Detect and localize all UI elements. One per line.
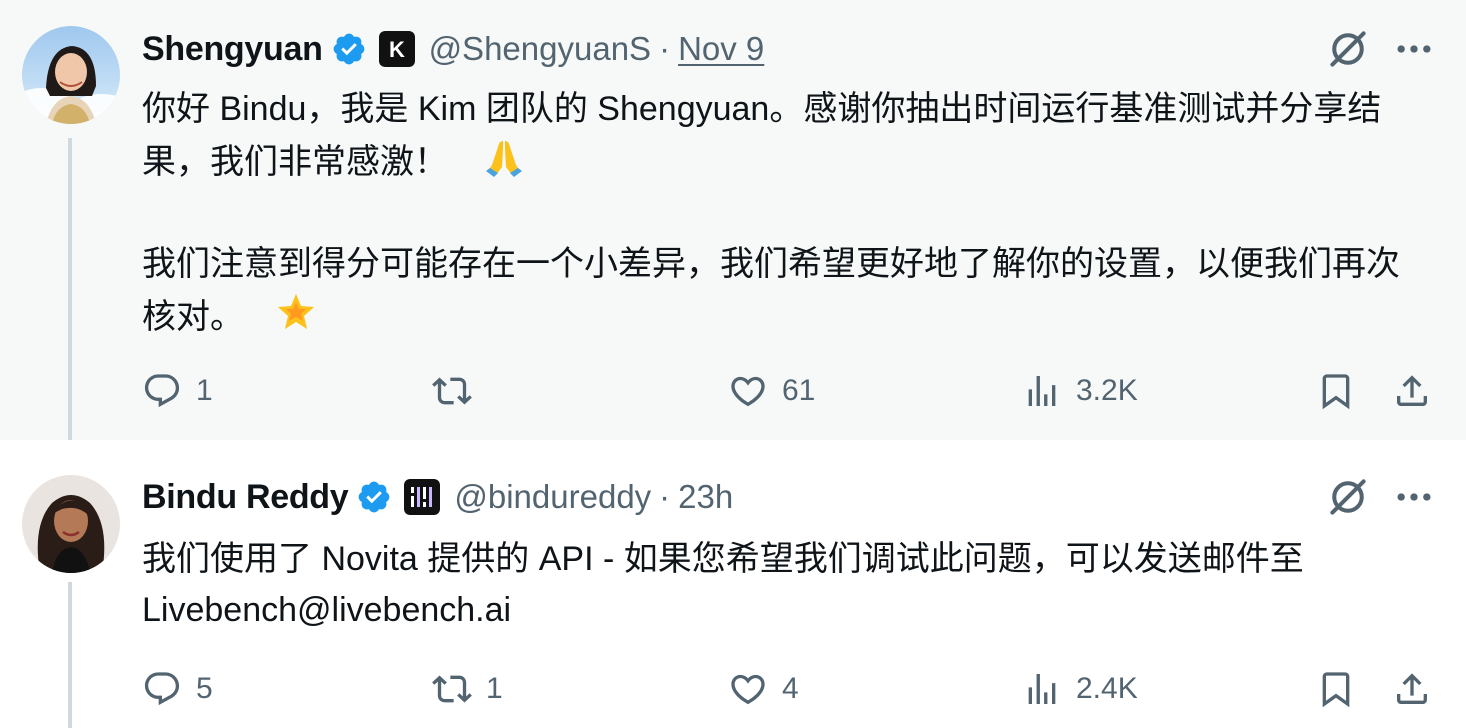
grok-icon[interactable]	[1326, 27, 1370, 71]
reply-icon	[144, 672, 180, 706]
reply-icon	[144, 374, 180, 408]
tweet-header: Bindu Reddy @bindureddy · 23h	[142, 472, 733, 522]
like-count: 61	[782, 374, 816, 407]
verified-badge-icon[interactable]	[356, 479, 392, 515]
repost-count: 1	[486, 672, 503, 705]
author-name[interactable]: Bindu Reddy	[142, 478, 349, 517]
like-button[interactable]: 61	[728, 366, 815, 416]
like-button[interactable]: 4	[728, 664, 799, 714]
author-handle[interactable]: @bindureddy	[454, 478, 651, 516]
views-count: 2.4K	[1076, 672, 1138, 705]
tweet-paragraph: 我们注意到得分可能存在一个小差异，我们希望更好地了解你的设置，以便我们再次核对。	[142, 245, 1400, 336]
tweet-text: 我们使用了 Novita 提供的 API - 如果您希望我们调试此问题，可以发送…	[142, 534, 1432, 636]
tweet-header: Shengyuan K @ShengyuanS · Nov 9	[142, 24, 764, 74]
views-icon	[1028, 674, 1056, 704]
tweet-actions: 5 1 4 2.4K	[142, 664, 1442, 714]
reply-count: 1	[196, 374, 213, 407]
timestamp[interactable]: Nov 9	[678, 30, 764, 68]
author-name[interactable]: Shengyuan	[142, 30, 323, 69]
reply-button[interactable]: 1	[142, 366, 213, 416]
repost-button[interactable]	[432, 366, 486, 416]
like-count: 4	[782, 672, 799, 705]
views-button[interactable]: 3.2K	[1022, 366, 1138, 416]
verified-badge-icon[interactable]	[331, 31, 367, 67]
svg-text:K: K	[389, 37, 405, 62]
views-count: 3.2K	[1076, 374, 1138, 407]
affiliate-badge-icon[interactable]	[404, 479, 441, 515]
glowing-star-emoji	[278, 294, 314, 329]
share-icon	[1397, 375, 1427, 406]
affiliate-badge-icon[interactable]: K	[378, 31, 415, 67]
tweet[interactable]: Bindu Reddy @bindureddy · 23h 我们使用了 Novi…	[0, 440, 1466, 728]
bookmark-icon	[1322, 374, 1350, 410]
avatar[interactable]	[22, 26, 120, 124]
bookmark-button[interactable]	[1316, 366, 1356, 416]
bookmark-icon	[1322, 672, 1350, 708]
share-icon	[1397, 673, 1427, 704]
tweet-paragraph: 你好 Bindu，我是 Kim 团队的 Shengyuan。感谢你抽出时间运行基…	[142, 90, 1382, 181]
share-button[interactable]	[1392, 366, 1432, 416]
thread-connector	[68, 138, 72, 450]
tweet-text: 你好 Bindu，我是 Kim 团队的 Shengyuan。感谢你抽出时间运行基…	[142, 84, 1432, 343]
repost-icon	[432, 377, 472, 405]
bookmark-button[interactable]	[1316, 664, 1356, 714]
repost-button[interactable]: 1	[432, 664, 503, 714]
share-button[interactable]	[1392, 664, 1432, 714]
tweet-paragraph: 我们使用了 Novita 提供的 API - 如果您希望我们调试此问题，可以发送…	[142, 540, 1304, 629]
folded-hands-emoji	[486, 141, 522, 177]
separator-dot: ·	[659, 30, 671, 67]
timestamp[interactable]: 23h	[678, 478, 733, 516]
tweet[interactable]: Shengyuan K @ShengyuanS · Nov 9 你好 Bindu…	[0, 0, 1466, 450]
avatar[interactable]	[22, 475, 120, 573]
tweet-actions: 1 61 3.2K	[142, 366, 1442, 416]
grok-icon[interactable]	[1326, 475, 1370, 519]
separator-dot: ·	[659, 478, 671, 515]
author-handle[interactable]: @ShengyuanS	[429, 30, 652, 68]
reply-count: 5	[196, 672, 213, 705]
views-button[interactable]: 2.4K	[1022, 664, 1138, 714]
like-icon	[731, 674, 765, 705]
like-icon	[731, 376, 765, 407]
thread-connector	[68, 582, 72, 728]
reply-button[interactable]: 5	[142, 664, 213, 714]
repost-icon	[432, 675, 472, 703]
views-icon	[1028, 376, 1056, 406]
more-icon[interactable]	[1392, 27, 1436, 71]
more-icon[interactable]	[1392, 475, 1436, 519]
